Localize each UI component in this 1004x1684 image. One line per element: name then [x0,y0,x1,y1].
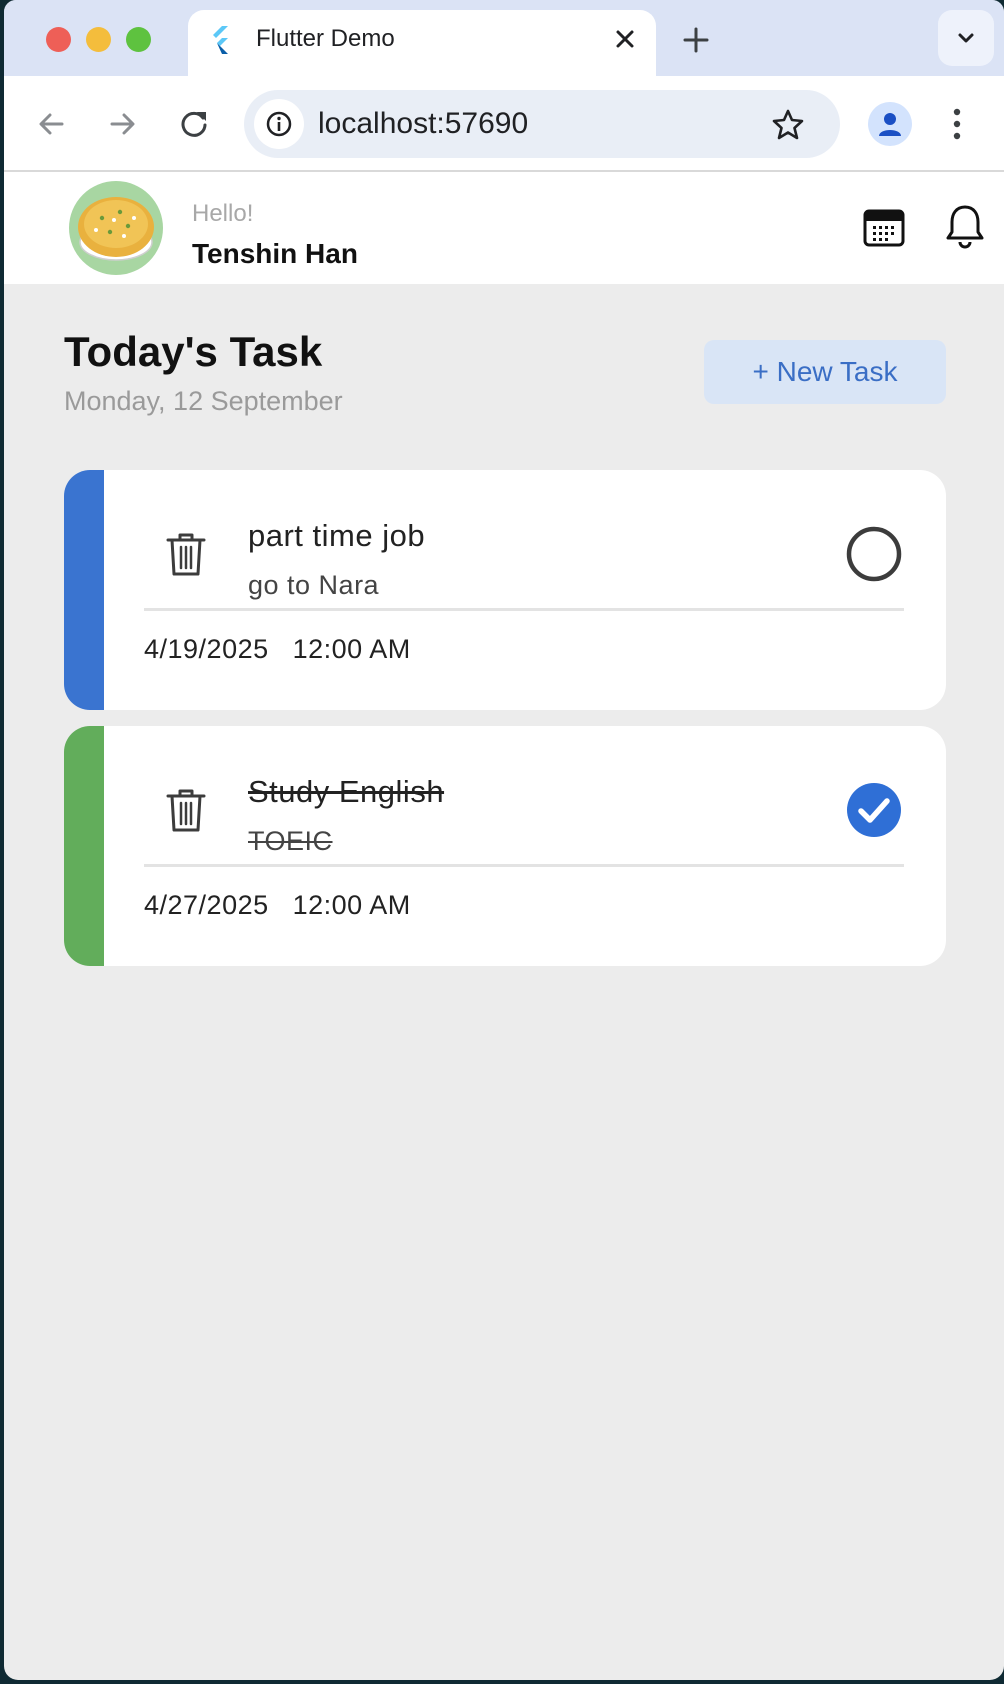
task-time: 12:00 AM [292,890,411,920]
bookmark-star-icon[interactable] [770,106,806,142]
minimize-window-button[interactable] [86,27,111,52]
browser-tab[interactable]: Flutter Demo [188,10,656,86]
back-arrow-icon[interactable] [34,106,70,142]
url-text: localhost:57690 [318,107,529,140]
tab-strip: Flutter Demo [4,0,1004,86]
divider [144,864,904,867]
reload-icon[interactable] [176,106,212,142]
task-subtitle: go to Nara [248,570,380,600]
close-window-button[interactable] [46,27,71,52]
task-time: 12:00 AM [292,634,411,664]
tab-title: Flutter Demo [256,25,395,52]
browser-window: Flutter Demo localhost:57690 Hello! Tens… [4,0,1004,1680]
browser-toolbar: localhost:57690 [4,76,1004,172]
divider [144,608,904,611]
close-tab-icon[interactable] [610,24,640,54]
forward-arrow-icon[interactable] [104,106,140,142]
person-icon [879,113,901,136]
page-date: Monday, 12 September [64,386,343,416]
task-color-bar [64,726,104,966]
profile-button[interactable] [868,102,912,146]
task-card[interactable]: part time job go to Nara 4/19/2025 12:00 … [64,470,946,710]
task-card[interactable]: Study English TOEIC 4/27/2025 12:00 AM [64,726,946,966]
task-date: 4/27/2025 [144,890,269,920]
flutter-logo-icon [213,26,228,54]
task-title: part time job [248,518,426,553]
trash-icon[interactable] [164,786,208,834]
check-circle-empty-icon[interactable] [846,526,902,582]
calendar-icon[interactable] [862,206,906,250]
task-datetime: 4/19/2025 12:00 AM [144,634,411,665]
tab-search-button[interactable] [938,10,994,66]
task-title: Study English [248,774,445,809]
new-task-button[interactable]: + New Task [704,340,946,404]
username: Tenshin Han [192,238,358,269]
avatar[interactable] [68,180,164,276]
check-circle-filled-icon[interactable] [846,782,902,838]
trash-icon[interactable] [164,530,208,578]
chevron-down-icon [958,33,974,43]
more-vertical-icon[interactable] [950,104,964,144]
address-bar[interactable]: localhost:57690 [244,90,840,158]
page-title: Today's Task [64,328,323,375]
task-datetime: 4/27/2025 12:00 AM [144,890,411,921]
bell-icon[interactable] [944,202,986,250]
site-info-button[interactable] [254,99,304,149]
task-color-bar [64,470,104,710]
greeting-text: Hello! [192,200,254,227]
maximize-window-button[interactable] [126,27,151,52]
task-subtitle: TOEIC [248,826,333,856]
new-tab-icon[interactable] [678,22,714,58]
info-icon [266,111,292,137]
task-date: 4/19/2025 [144,634,269,664]
app-header: Hello! Tenshin Han [4,172,1004,284]
